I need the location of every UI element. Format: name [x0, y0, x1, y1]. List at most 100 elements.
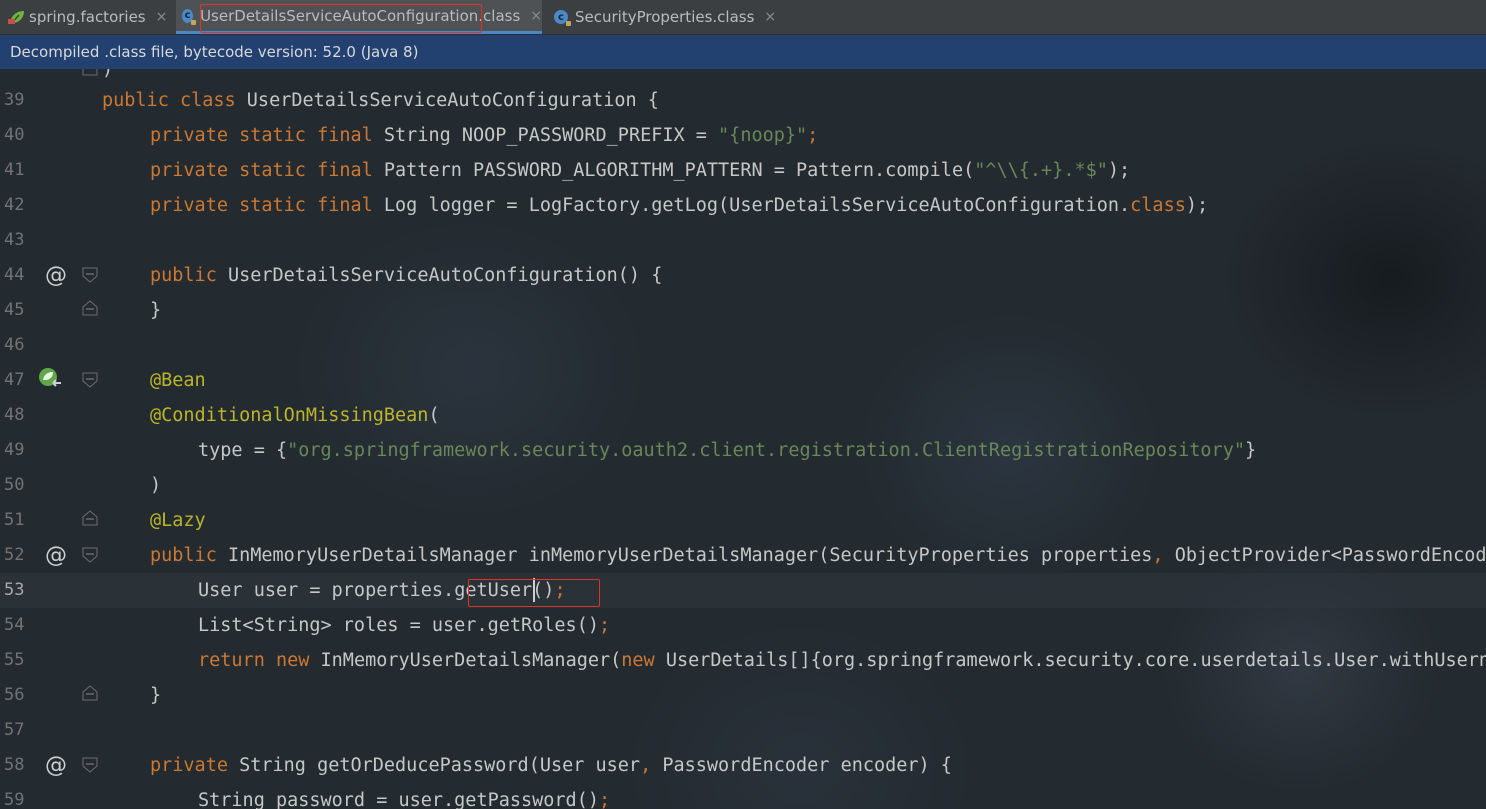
tab-security-properties[interactable]: c SecurityProperties.class × — [548, 0, 778, 34]
code-token: () — [532, 580, 555, 601]
code-line: 59 String password = user.getPassword(); — [0, 783, 1486, 809]
code-token: InMemoryUserDetailsManager( — [320, 650, 622, 671]
code-line: 46 — [0, 328, 1486, 363]
keyword: new — [621, 650, 666, 671]
keyword: public class — [102, 90, 247, 111]
string-literal: "{noop}" — [718, 125, 808, 146]
line-number: 52 — [4, 545, 25, 565]
line-number: 49 — [4, 440, 25, 460]
line-number: 46 — [4, 335, 25, 355]
line-number: 42 — [4, 195, 25, 215]
code-text: type = {"org.springframework.security.oa… — [198, 433, 1256, 468]
line-number: 43 — [4, 230, 25, 250]
annotation: @Bean — [150, 370, 206, 391]
keyword: private static final — [150, 125, 384, 146]
line-number: 57 — [4, 720, 25, 740]
fold-end-icon[interactable] — [81, 299, 99, 317]
comma: , — [640, 755, 663, 776]
code-text: List<String> roles = user.getRoles(); — [198, 608, 610, 643]
code-line: 39 public class UserDetailsServiceAutoCo… — [0, 83, 1486, 118]
spring-leaf-icon — [8, 9, 24, 25]
line-number: 53 — [4, 580, 25, 600]
line-number: 50 — [4, 475, 25, 495]
close-icon[interactable]: × — [764, 9, 776, 25]
override-marker-icon[interactable]: @ — [45, 748, 67, 783]
code-text: return new InMemoryUserDetailsManager(ne… — [198, 643, 1486, 678]
code-line: 56 } — [0, 678, 1486, 713]
code-token: } — [1244, 440, 1257, 461]
fold-end-icon[interactable] — [81, 509, 99, 527]
close-icon[interactable]: × — [530, 8, 542, 24]
code-token: Log logger = LogFactory.getLog(UserDetai… — [383, 195, 1131, 216]
code-editor[interactable]: ) 39 public class UserDetailsServiceAuto… — [0, 69, 1486, 809]
fold-start-icon[interactable] — [81, 756, 99, 774]
code-line: 58 @ private String getOrDeducePassword(… — [0, 748, 1486, 783]
code-text: private static final String NOOP_PASSWOR… — [150, 118, 818, 153]
code-token: List<String> roles = user.getRoles() — [198, 615, 599, 636]
string-literal: "org.springframework.security.oauth2.cli… — [287, 440, 1245, 461]
code-token: String password = user.getPassword() — [198, 790, 599, 809]
line-number: 54 — [4, 615, 25, 635]
fold-end-icon[interactable] — [81, 69, 99, 77]
code-token: String NOOP_PASSWORD_PREFIX = — [383, 125, 719, 146]
line-number: 56 — [4, 685, 25, 705]
fold-start-icon[interactable] — [81, 546, 99, 564]
fold-start-icon[interactable] — [81, 371, 99, 389]
keyword: class — [1130, 195, 1186, 216]
code-token: Pattern PASSWORD_ALGORITHM_PATTERN = Pat… — [383, 160, 975, 181]
tab-spring-factories[interactable]: spring.factories × — [0, 0, 170, 34]
code-line: 48 @ConditionalOnMissingBean( — [0, 398, 1486, 433]
lock-icon — [191, 19, 197, 25]
tab-label: UserDetailsServiceAutoConfiguration.clas… — [200, 6, 521, 25]
override-marker-icon[interactable]: @ — [45, 258, 67, 293]
line-number: 55 — [4, 650, 25, 670]
tab-label: spring.factories — [29, 8, 146, 26]
close-icon[interactable]: × — [156, 9, 168, 25]
code-token: UserDetailsServiceAutoConfiguration { — [246, 90, 659, 111]
editor-tab-bar: spring.factories × c UserDetailsServiceA… — [0, 0, 1486, 35]
code-text: } — [150, 685, 162, 706]
line-number: 48 — [4, 405, 25, 425]
code-line: 44 @ public UserDetailsServiceAutoConfig… — [0, 258, 1486, 293]
fold-end-icon[interactable] — [81, 684, 99, 702]
code-token: InMemoryUserDetailsManager inMemoryUserD… — [227, 545, 1153, 566]
code-text: public UserDetailsServiceAutoConfigurati… — [150, 258, 662, 293]
line-number: 40 — [4, 125, 25, 145]
code-text: String password = user.getPassword(); — [198, 783, 610, 809]
keyword: public — [150, 265, 228, 286]
fold-start-icon[interactable] — [81, 266, 99, 284]
line-number: 44 — [4, 265, 25, 285]
code-token: UserDetails[]{org.springframework.securi… — [665, 650, 1486, 671]
lock-icon — [566, 21, 571, 26]
keyword: private — [150, 755, 240, 776]
code-text: private static final Log logger = LogFac… — [150, 188, 1208, 223]
code-line: 49 type = {"org.springframework.security… — [0, 433, 1486, 468]
decompiled-info-bar: Decompiled .class file, bytecode version… — [0, 35, 1486, 69]
method-call-get-user[interactable]: getUser — [454, 580, 532, 601]
override-marker-icon[interactable]: @ — [45, 538, 67, 573]
code-line: 45 } — [0, 293, 1486, 328]
annotation: @ConditionalOnMissingBean — [150, 405, 429, 426]
keyword: private static final — [150, 195, 384, 216]
class-icon: c — [182, 8, 197, 25]
semicolon: ; — [554, 580, 566, 601]
code-text: ) — [150, 475, 162, 496]
keyword: return new — [198, 650, 321, 671]
code-line: 40 private static final String NOOP_PASS… — [0, 118, 1486, 153]
semicolon: ; — [598, 615, 611, 636]
line-number: 45 — [4, 300, 25, 320]
code-line: 57 — [0, 713, 1486, 748]
tab-label: SecurityProperties.class — [575, 8, 755, 26]
code-token: UserDetailsServiceAutoConfiguration() { — [227, 265, 663, 286]
tab-user-details-service-auto-configuration[interactable]: c UserDetailsServiceAutoConfiguration.cl… — [176, 0, 542, 34]
bean-navigate-icon[interactable] — [37, 367, 63, 391]
line-number: 41 — [4, 160, 25, 180]
code-line: 51 @Lazy — [0, 503, 1486, 538]
code-token: ); — [1185, 195, 1209, 216]
code-text: @ConditionalOnMissingBean( — [150, 398, 440, 433]
code-text: public class UserDetailsServiceAutoConfi… — [102, 83, 659, 118]
keyword: public — [150, 545, 228, 566]
semicolon: ; — [598, 790, 611, 809]
code-text: User user = properties.getUser(); — [198, 573, 566, 608]
code-token: ( — [428, 405, 440, 426]
